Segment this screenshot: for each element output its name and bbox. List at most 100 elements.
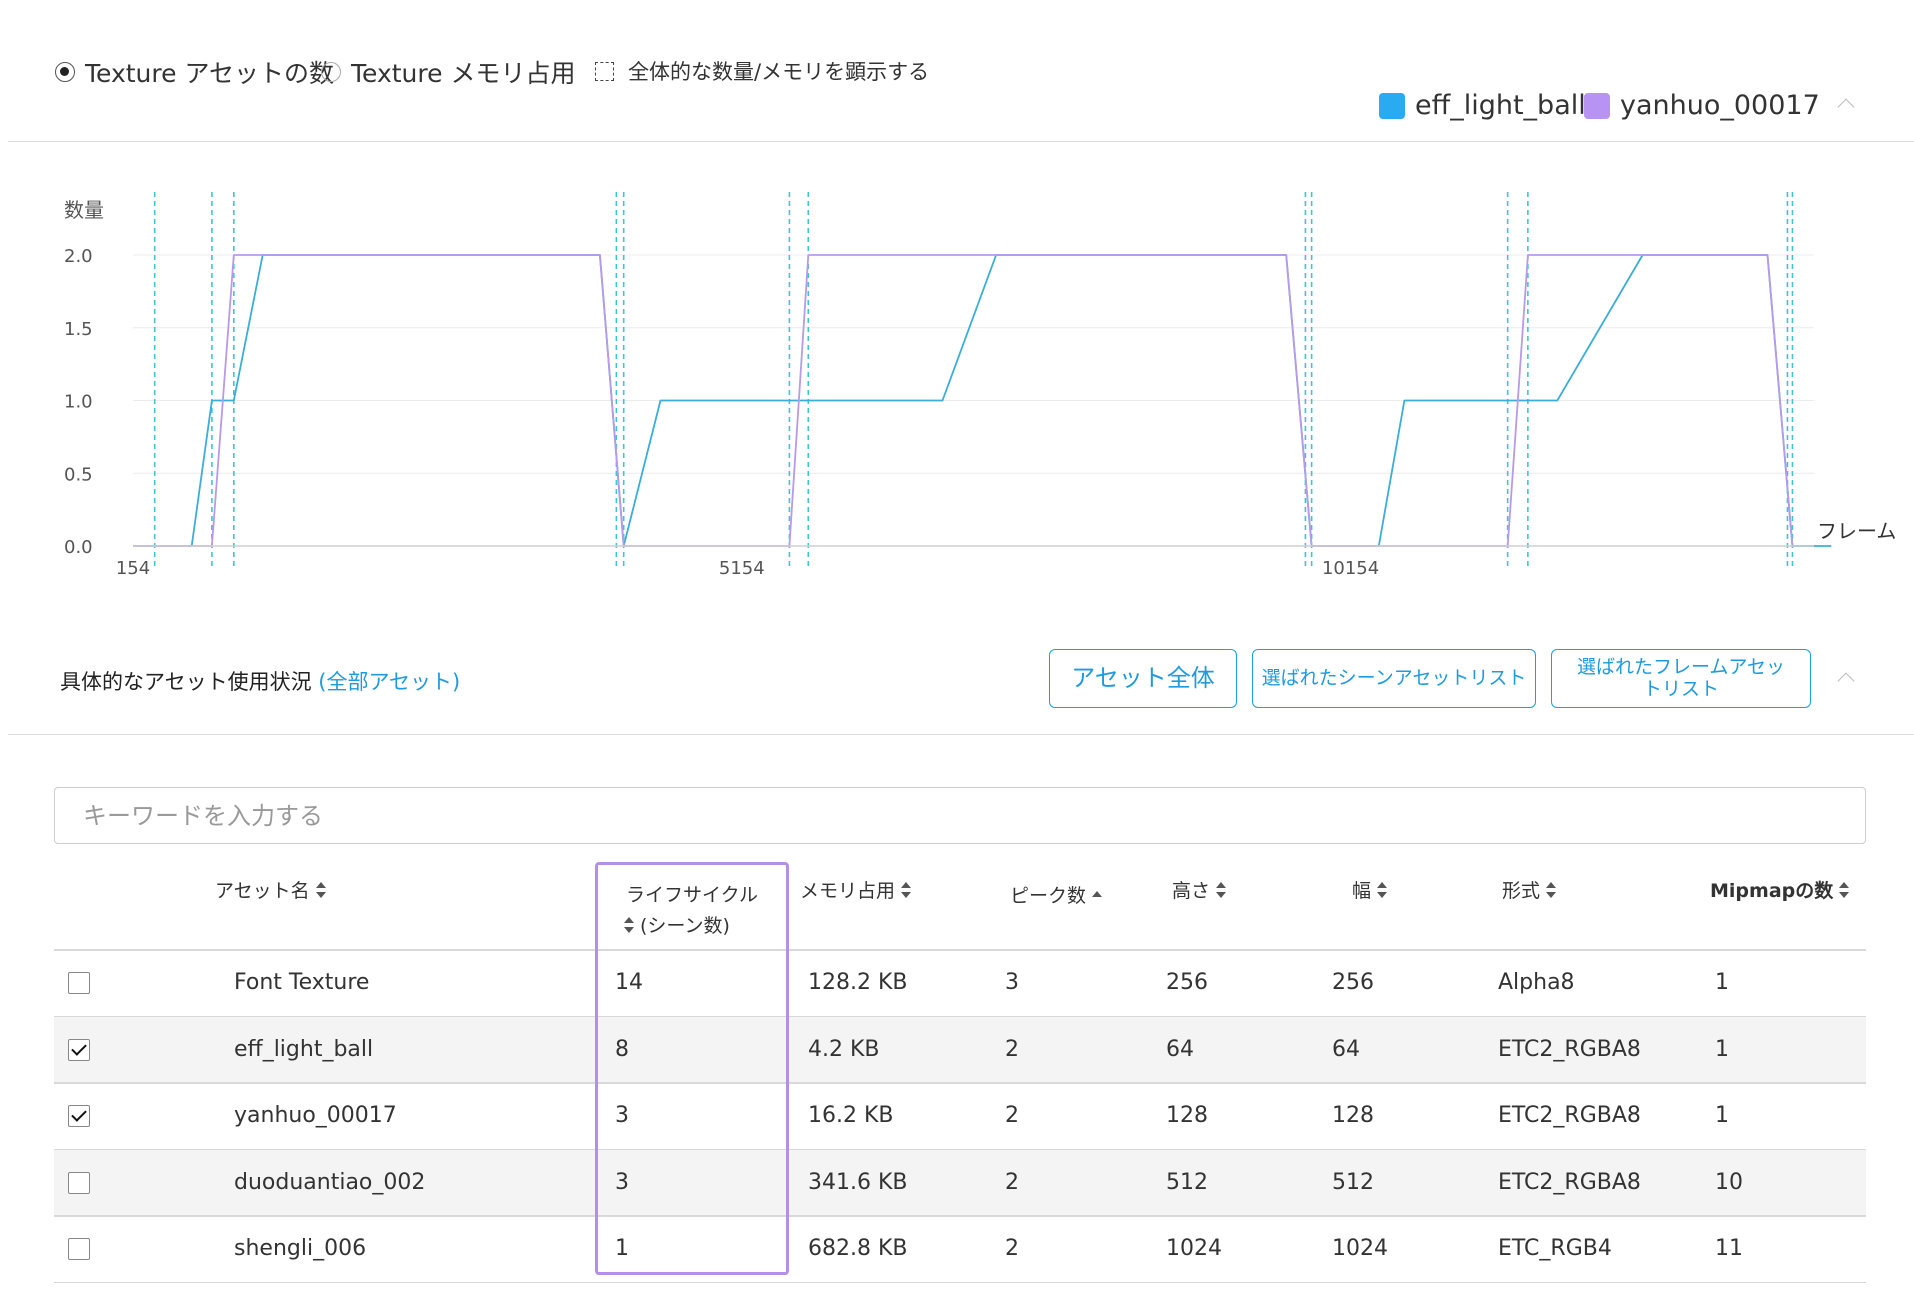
x-tick-label: 10154 (1322, 558, 1379, 579)
table-row[interactable]: Font Texture 14 128.2 KB 3 256 256 Alpha8 1 (54, 950, 1866, 1016)
cell-name: eff_light_ball (234, 1036, 374, 1062)
cell-mipmap: 10 (1715, 1169, 1743, 1195)
col-header-label: ライフサイクル (626, 884, 759, 906)
row-divider (54, 1281, 1866, 1283)
table-row[interactable]: yanhuo_00017 3 16.2 KB 2 128 128 ETC2_RGBA8 1 (54, 1083, 1866, 1149)
texture-count-chart: 2.0 1.5 1.0 0.5 0.0 数量 154 5154 10154 フレーム (64, 192, 1896, 579)
table-row[interactable]: eff_light_ball 8 4.2 KB 2 64 64 ETC2_RGBA8 1 (54, 1016, 1866, 1083)
col-header-sub: (シーン数) (624, 911, 730, 938)
radio-texture-count[interactable]: Texture アセットの数 (55, 54, 334, 90)
sort-icon (1377, 881, 1388, 898)
col-header-height[interactable]: 高さ (1172, 876, 1227, 903)
legend-swatch-icon (1379, 92, 1405, 119)
cell-mipmap: 11 (1715, 1236, 1743, 1261)
sort-asc-icon (1092, 887, 1103, 903)
y-tick-label: 2.0 (64, 246, 93, 267)
cell-width: 512 (1332, 1169, 1374, 1195)
col-header-label: 形式 (1502, 880, 1541, 902)
row-checkbox[interactable] (68, 972, 90, 994)
cell-peak: 3 (1005, 970, 1019, 995)
divider (8, 141, 1914, 142)
cell-lifecycle: 1 (615, 1236, 629, 1261)
sort-icon (901, 881, 912, 898)
cell-lifecycle: 8 (615, 1036, 629, 1062)
cell-peak: 2 (1005, 1103, 1019, 1128)
cell-height: 64 (1166, 1036, 1194, 1062)
all-assets-link[interactable]: (全部アセット) (318, 670, 460, 694)
cell-lifecycle: 3 (615, 1169, 629, 1195)
y-tick-label: 0.0 (64, 537, 93, 558)
table-row[interactable]: shengli_006 1 682.8 KB 2 1024 1024 ETC_RGB4 11 (54, 1216, 1866, 1282)
col-header-label: (シーン数) (640, 915, 730, 937)
row-checkbox[interactable] (68, 1105, 90, 1127)
col-header-format[interactable]: 形式 (1502, 876, 1557, 903)
radio-texture-count-label: Texture アセットの数 (85, 59, 334, 88)
legend-eff-light-ball[interactable]: eff_light_ball (1379, 90, 1586, 121)
cell-peak: 2 (1005, 1169, 1019, 1195)
y-tick-label: 1.0 (64, 392, 93, 413)
col-header-label: メモリ占用 (800, 880, 896, 902)
col-header-label: ピーク数 (1010, 885, 1087, 907)
row-checkbox[interactable] (68, 1038, 90, 1061)
show-total-checkbox[interactable]: 全体的な数量/メモリを顕示する (595, 56, 929, 86)
col-header-label: Mipmapの数 (1710, 880, 1834, 902)
radio-unselected-icon (321, 62, 341, 82)
cell-memory: 4.2 KB (808, 1036, 880, 1062)
col-header-label: アセット名 (215, 880, 310, 902)
cell-memory: 16.2 KB (808, 1103, 894, 1128)
col-header-peak[interactable]: ピーク数 (1010, 881, 1103, 908)
cell-lifecycle: 14 (615, 970, 643, 995)
radio-texture-memory-label: Texture メモリ占用 (351, 59, 576, 88)
legend-label: eff_light_ball (1415, 90, 1586, 121)
col-header-memory[interactable]: メモリ占用 (800, 876, 912, 903)
sort-icon (1546, 881, 1557, 898)
selected-frame-assets-button[interactable]: 選ばれたフレームアセットリスト (1551, 649, 1811, 708)
cell-memory: 128.2 KB (808, 970, 908, 995)
sort-icon (1216, 881, 1227, 898)
sort-icon (624, 916, 634, 933)
sort-icon (315, 881, 326, 898)
chart-grid (133, 254, 1814, 474)
cell-format: ETC2_RGBA8 (1498, 1103, 1641, 1128)
cell-height: 1024 (1166, 1236, 1222, 1261)
table-row[interactable]: duoduantiao_002 3 341.6 KB 2 512 512 ETC2_RGBA… (54, 1149, 1866, 1216)
x-tick-label: 154 (116, 558, 150, 579)
col-header-width[interactable]: 幅 (1352, 876, 1388, 903)
cell-width: 128 (1332, 1103, 1374, 1128)
cell-name: Font Texture (234, 970, 370, 995)
cell-width: 256 (1332, 970, 1374, 995)
all-assets-button[interactable]: アセット全体 (1049, 649, 1237, 708)
y-axis-label: 数量 (64, 198, 104, 222)
cell-format: ETC2_RGBA8 (1498, 1169, 1641, 1195)
cell-peak: 2 (1005, 1236, 1019, 1261)
row-checkbox[interactable] (68, 1238, 90, 1260)
col-header-lifecycle[interactable]: ライフサイクル (シーン数) (624, 880, 759, 938)
keyword-search-input[interactable] (54, 787, 1866, 844)
cell-height: 256 (1166, 970, 1208, 995)
cell-format: ETC_RGB4 (1498, 1236, 1612, 1261)
radio-texture-memory[interactable]: Texture メモリ占用 (321, 54, 575, 90)
cell-name: duoduantiao_002 (234, 1169, 426, 1195)
legend-yanhuo-00017[interactable]: yanhuo_00017 (1584, 90, 1820, 121)
divider (8, 734, 1914, 735)
usage-section-title: 具体的なアセット使用状況 (全部アセット) (60, 666, 460, 696)
col-header-mipmap[interactable]: Mipmapの数 (1710, 876, 1850, 903)
cell-name: yanhuo_00017 (234, 1103, 397, 1128)
row-checkbox[interactable] (68, 1171, 90, 1194)
cell-width: 64 (1332, 1036, 1360, 1062)
selected-scene-assets-button[interactable]: 選ばれたシーンアセットリスト (1252, 649, 1536, 708)
cell-mipmap: 1 (1715, 1103, 1729, 1128)
usage-title-text: 具体的なアセット使用状況 (60, 670, 312, 694)
cell-height: 512 (1166, 1169, 1208, 1195)
show-total-label: 全体的な数量/メモリを顕示する (628, 60, 930, 84)
radio-selected-icon (55, 62, 75, 82)
cell-mipmap: 1 (1715, 1036, 1729, 1062)
sort-icon (1839, 881, 1850, 898)
cell-mipmap: 1 (1715, 970, 1729, 995)
legend-swatch-icon (1584, 92, 1610, 119)
col-header-asset-name[interactable]: アセット名 (215, 876, 326, 903)
collapse-chart-icon[interactable] (1837, 98, 1855, 116)
collapse-usage-icon[interactable] (1837, 672, 1855, 690)
cell-peak: 2 (1005, 1036, 1019, 1062)
cell-lifecycle: 3 (615, 1103, 629, 1128)
